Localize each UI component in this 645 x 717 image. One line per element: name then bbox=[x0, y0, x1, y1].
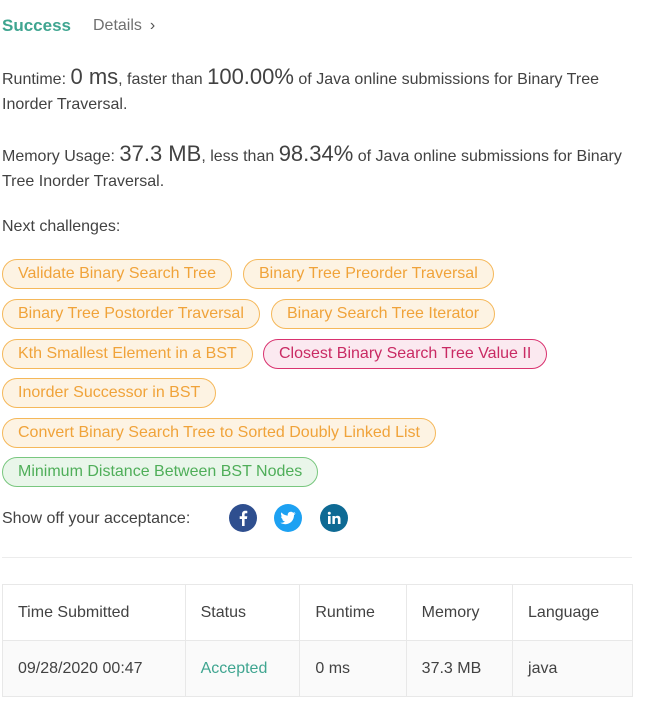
runtime-percent: 100.00% bbox=[207, 64, 294, 89]
challenge-pill[interactable]: Convert Binary Search Tree to Sorted Dou… bbox=[2, 418, 436, 448]
submission-result-panel: Success Details › Runtime: 0 ms, faster … bbox=[0, 0, 645, 717]
facebook-icon[interactable] bbox=[229, 504, 257, 532]
result-header: Success Details › bbox=[2, 14, 155, 38]
submissions-table: Time Submitted Status Runtime Memory Lan… bbox=[2, 584, 633, 697]
share-acceptance: Show off your acceptance: bbox=[2, 506, 190, 532]
column-header-language: Language bbox=[512, 584, 633, 641]
cell-language: java bbox=[512, 640, 633, 697]
challenge-pill[interactable]: Closest Binary Search Tree Value II bbox=[263, 339, 548, 369]
memory-label: Memory Usage: bbox=[2, 148, 120, 165]
cell-time-submitted: 09/28/2020 00:47 bbox=[2, 640, 186, 697]
cell-status: Accepted bbox=[184, 640, 301, 697]
column-header-status: Status bbox=[184, 584, 301, 641]
share-label: Show off your acceptance: bbox=[2, 510, 191, 527]
challenge-pill[interactable]: Binary Search Tree Iterator bbox=[271, 299, 496, 329]
linkedin-icon[interactable] bbox=[320, 504, 348, 532]
runtime-value: 0 ms bbox=[70, 64, 119, 89]
next-challenges-label: Next challenges: bbox=[2, 218, 121, 235]
details-link[interactable]: Details › bbox=[93, 17, 155, 35]
challenge-pill[interactable]: Minimum Distance Between BST Nodes bbox=[2, 457, 319, 487]
table-row: 09/28/2020 00:47 Accepted 0 ms 37.3 MB j… bbox=[2, 640, 633, 697]
memory-summary: Memory Usage: 37.3 MB, less than 98.34% … bbox=[2, 141, 627, 194]
column-header-time: Time Submitted bbox=[2, 584, 186, 641]
status-accepted-link[interactable]: Accepted bbox=[201, 660, 268, 677]
challenge-pill[interactable]: Binary Tree Preorder Traversal bbox=[243, 259, 494, 289]
memory-value: 37.3 MB bbox=[119, 141, 202, 166]
challenge-pill[interactable]: Kth Smallest Element in a BST bbox=[2, 339, 253, 369]
memory-percent: 98.34% bbox=[278, 141, 354, 166]
twitter-icon[interactable] bbox=[274, 504, 302, 532]
cell-memory: 37.3 MB bbox=[405, 640, 514, 697]
details-label: Details bbox=[93, 17, 142, 34]
column-header-memory: Memory bbox=[405, 584, 514, 641]
memory-less-than: , less than bbox=[201, 148, 279, 165]
challenge-pill[interactable]: Validate Binary Search Tree bbox=[2, 259, 233, 289]
column-header-runtime: Runtime bbox=[299, 584, 407, 641]
runtime-faster-than: , faster than bbox=[118, 71, 208, 88]
result-status: Success bbox=[2, 16, 71, 35]
table-header-row: Time Submitted Status Runtime Memory Lan… bbox=[2, 584, 633, 641]
cell-runtime: 0 ms bbox=[299, 640, 407, 697]
divider bbox=[2, 557, 632, 558]
chevron-right-icon: › bbox=[149, 17, 156, 34]
challenge-pill[interactable]: Inorder Successor in BST bbox=[2, 378, 217, 408]
runtime-summary: Runtime: 0 ms, faster than 100.00% of Ja… bbox=[2, 64, 627, 117]
challenge-pill[interactable]: Binary Tree Postorder Traversal bbox=[2, 299, 260, 329]
runtime-label: Runtime: bbox=[2, 71, 71, 88]
